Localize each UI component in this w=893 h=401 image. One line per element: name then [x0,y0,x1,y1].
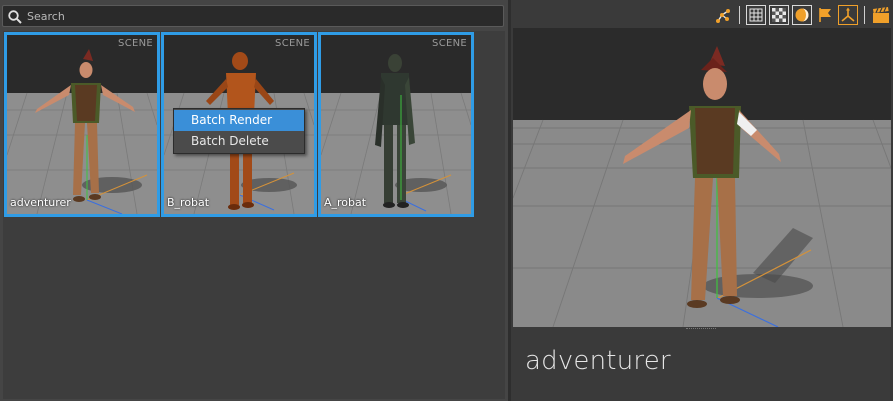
preview-panel: adventurer [511,0,893,401]
scene-tag: SCENE [432,38,467,49]
asset-browser-panel: SCENE adventurer [0,0,508,401]
asset-card-adventurer[interactable]: SCENE adventurer [4,32,160,217]
search-input[interactable] [27,7,497,25]
menu-item-batch-delete[interactable]: Batch Delete [174,131,304,152]
sphere-light-icon[interactable] [792,5,812,25]
viewport-render [513,28,891,327]
skeleton-icon[interactable] [713,5,733,25]
preview-title: adventurer [525,346,671,376]
scene-tag: SCENE [118,38,153,49]
asset-grid: SCENE adventurer SCENE B_robat SCENE A_r… [3,31,505,399]
scene-tag: SCENE [275,38,310,49]
search-bar[interactable] [2,5,504,27]
asset-name: B_robat [167,196,210,209]
asset-thumbnail [7,35,157,214]
toolbar-separator [864,6,865,24]
context-menu: Batch Render Batch Delete [173,108,305,154]
grid-icon[interactable] [746,5,766,25]
asset-thumbnail [321,35,471,214]
flag-icon[interactable] [815,5,835,25]
asset-name: adventurer [10,196,71,209]
resize-handle[interactable] [686,328,716,330]
asset-card-a-robat[interactable]: SCENE A_robat [318,32,474,217]
viewport-toolbar [713,4,891,26]
clapperboard-icon[interactable] [871,5,891,25]
menu-item-batch-render[interactable]: Batch Render [174,110,304,131]
asset-name: A_robat [324,196,367,209]
checker-texture-icon[interactable] [769,5,789,25]
search-icon [8,10,22,24]
axis-gizmo-icon[interactable] [838,5,858,25]
toolbar-separator [739,6,740,24]
3d-viewport[interactable] [513,28,891,327]
